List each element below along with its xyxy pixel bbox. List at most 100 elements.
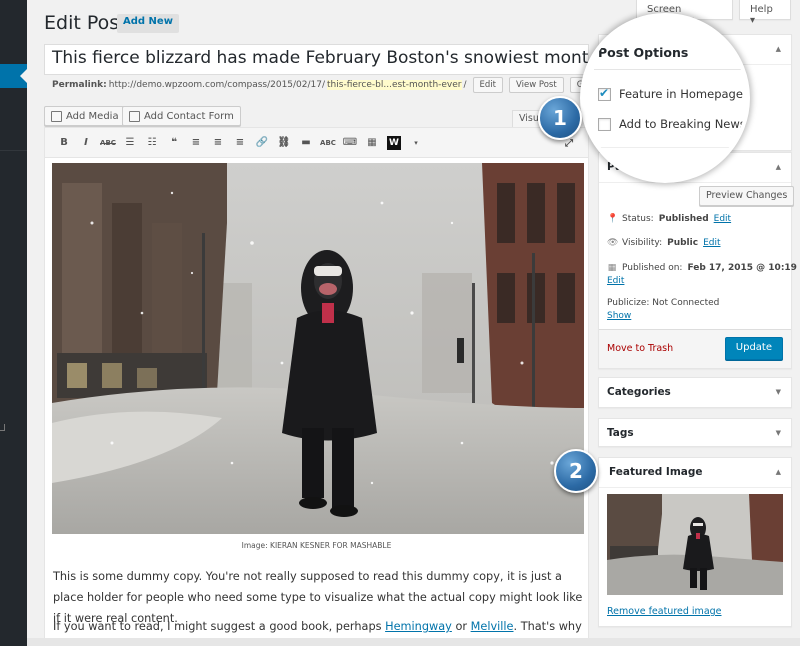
- melville-link[interactable]: Melville: [471, 620, 514, 633]
- expand-arrow-icon[interactable]: ▼: [776, 388, 781, 396]
- post-title-input[interactable]: This fierce blizzard has made February B…: [44, 44, 589, 75]
- edit-permalink-button[interactable]: Edit: [472, 77, 504, 93]
- editor-area[interactable]: B I ABC ☰ ☷ ❝ ≡ ≡ ≡ 🔗 ⛓ ▬ ABC ⌨ ▦ W ▾ ⤢: [44, 127, 589, 646]
- calendar-icon: ▦: [607, 263, 617, 273]
- featured-image-title: Featured Image: [609, 466, 703, 478]
- paragraph2-text-a: If you want to read, I might suggest a g…: [53, 620, 386, 633]
- move-to-trash-link[interactable]: Move to Trash: [607, 343, 673, 354]
- visibility-label: Visibility:: [622, 238, 663, 248]
- preview-changes-button[interactable]: Preview Changes: [699, 186, 795, 206]
- pin-icon: 📍: [607, 214, 619, 224]
- bottom-scroll-strip: [27, 638, 800, 646]
- feature-homepage-label: Feature in Homepage: [619, 87, 743, 101]
- eye-icon: 👁: [607, 238, 619, 248]
- post-options-title: Post Options: [598, 45, 689, 60]
- paragraph2-text-b: or: [451, 620, 471, 633]
- bullet-list-icon[interactable]: ☰: [119, 132, 141, 154]
- admin-menu-active-item[interactable]: [0, 64, 27, 88]
- blockquote-icon[interactable]: ❝: [163, 132, 185, 154]
- show-publicize-link[interactable]: Show: [607, 311, 631, 321]
- align-right-icon[interactable]: ≡: [229, 132, 251, 154]
- publish-footer: Move to Trash Update: [599, 329, 791, 368]
- visibility-row: 👁 Visibility: Public Edit: [607, 238, 721, 248]
- gallery-icon[interactable]: ▦: [361, 132, 383, 154]
- published-edit-row: Edit: [607, 276, 624, 286]
- page-title: Edit Post: [44, 12, 127, 34]
- add-media-button[interactable]: Add Media: [44, 106, 126, 126]
- help-tab[interactable]: Help ▾: [739, 0, 791, 26]
- magnifier-divider: [594, 69, 746, 70]
- status-row: 📍 Status: Published Edit: [607, 214, 731, 224]
- breaking-news-checkbox[interactable]: [598, 117, 611, 131]
- tags-title: Tags: [607, 427, 634, 439]
- read-more-icon[interactable]: ▬: [295, 132, 317, 154]
- align-center-icon[interactable]: ≡: [207, 132, 229, 154]
- published-on-row: ▦ Published on: Feb 17, 2015 @ 10:19: [607, 263, 797, 273]
- update-button[interactable]: Update: [724, 337, 783, 360]
- breaking-news-option[interactable]: Add to Breaking News: [598, 117, 746, 131]
- published-on-value: Feb 17, 2015 @ 10:19: [687, 263, 797, 273]
- feature-homepage-checkbox[interactable]: [598, 86, 611, 101]
- visibility-value: Public: [667, 238, 699, 248]
- permalink-slug[interactable]: this-fierce-bl...est-month-ever: [327, 80, 462, 90]
- callout-badge-2: 2: [554, 449, 598, 493]
- categories-header[interactable]: Categories ▼: [599, 378, 791, 408]
- publicize-show-row: Show: [607, 311, 631, 321]
- chevron-down-icon[interactable]: ▾: [405, 132, 427, 154]
- status-value: Published: [658, 214, 709, 224]
- permalink-trailing: /: [463, 80, 467, 90]
- publish-box: Pu▲ Preview Changes 📍 Status: Published …: [598, 152, 797, 369]
- add-media-label: Add Media: [66, 110, 119, 122]
- keyboard-icon[interactable]: ⌨: [339, 132, 361, 154]
- form-icon: [129, 110, 140, 122]
- strikethrough-icon[interactable]: ABC: [97, 132, 119, 154]
- published-on-label: Published on:: [622, 263, 683, 273]
- callout-badge-1: 1: [538, 96, 582, 140]
- magnifier-bottom-divider: [584, 147, 746, 148]
- featured-image-box: Featured Image ▲ Remove featured image: [598, 457, 792, 627]
- edit-visibility-link[interactable]: Edit: [703, 238, 720, 248]
- tags-header[interactable]: Tags ▼: [599, 419, 791, 449]
- categories-box: Categories ▼: [598, 377, 792, 408]
- align-left-icon[interactable]: ≡: [185, 132, 207, 154]
- bold-icon[interactable]: B: [53, 132, 75, 154]
- publicize-row: Publicize: Not Connected: [607, 298, 719, 308]
- add-contact-form-button[interactable]: Add Contact Form: [122, 106, 241, 126]
- image-caption: Image: KIERAN KESNER FOR MASHABLE: [241, 541, 392, 550]
- collapse-arrow-icon[interactable]: ▲: [776, 468, 781, 476]
- tags-box: Tags ▼: [598, 418, 792, 447]
- featured-image-thumbnail[interactable]: [607, 494, 783, 595]
- blizzard-photo: [52, 163, 584, 534]
- numbered-list-icon[interactable]: ☷: [141, 132, 163, 154]
- italic-icon[interactable]: I: [75, 132, 97, 154]
- categories-title: Categories: [607, 386, 671, 398]
- view-post-button[interactable]: View Post: [509, 77, 564, 93]
- editor-toolbar: B I ABC ☰ ☷ ❝ ≡ ≡ ≡ 🔗 ⛓ ▬ ABC ⌨ ▦ W ▾ ⤢: [45, 128, 588, 158]
- permalink-base: http://demo.wpzoom.com/compass/2015/02/1…: [108, 80, 326, 90]
- feature-homepage-option[interactable]: Feature in Homepage: [598, 86, 743, 101]
- expand-arrow-icon[interactable]: ▼: [776, 429, 781, 437]
- link-icon[interactable]: 🔗: [251, 132, 273, 154]
- remove-featured-image-link[interactable]: Remove featured image: [607, 606, 722, 617]
- admin-menu-collapse-icon[interactable]: [0, 424, 5, 431]
- wpzoom-icon[interactable]: W: [387, 135, 401, 150]
- add-new-button[interactable]: Add New: [117, 14, 179, 33]
- post-options-magnifier: Post Options Feature in Homepage Add to …: [580, 13, 750, 183]
- admin-menu-separator: [0, 150, 27, 151]
- unlink-icon[interactable]: ⛓: [273, 132, 295, 154]
- status-label: Status:: [622, 214, 654, 224]
- edit-status-link[interactable]: Edit: [714, 214, 731, 224]
- permalink-row: Permalink: http://demo.wpzoom.com/compas…: [52, 75, 640, 95]
- collapse-arrow-icon[interactable]: ▲: [776, 45, 781, 53]
- collapse-arrow-icon[interactable]: ▲: [776, 163, 781, 171]
- publicize-label: Publicize: Not Connected: [607, 298, 720, 308]
- add-contact-form-label: Add Contact Form: [144, 110, 234, 122]
- media-icon: [51, 110, 62, 122]
- breaking-news-label: Add to Breaking News: [619, 117, 746, 131]
- hemingway-link[interactable]: Hemingway: [385, 620, 452, 633]
- featured-image-header[interactable]: Featured Image ▲: [599, 458, 791, 488]
- post-image[interactable]: [52, 163, 584, 534]
- spellcheck-icon[interactable]: ABC: [317, 132, 339, 154]
- permalink-label: Permalink:: [52, 80, 107, 90]
- edit-date-link[interactable]: Edit: [607, 276, 624, 286]
